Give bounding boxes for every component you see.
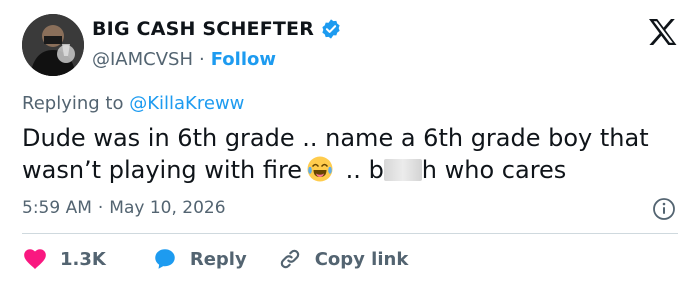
tweet-time: 5:59 AM: [22, 198, 92, 218]
avatar-image: [22, 14, 84, 76]
verified-badge-icon: [322, 19, 340, 39]
reply-bubble-icon: [155, 249, 175, 269]
heart-icon: [24, 249, 46, 269]
action-bar: 1.3K Reply Copy link: [22, 246, 408, 272]
tweet-text: Dude was in 6th grade .. name a 6th grad…: [22, 122, 682, 186]
replying-mention-link[interactable]: @KillaKreww: [129, 93, 244, 114]
divider: [22, 233, 678, 234]
copy-link-button[interactable]: Copy link: [277, 246, 409, 272]
tweet-text-part3: h who cares: [421, 156, 567, 184]
avatar[interactable]: [22, 14, 84, 76]
handle-separator: ·: [199, 49, 205, 70]
replying-to-line: Replying to @KillaKreww: [22, 93, 244, 114]
reply-button[interactable]: Reply: [152, 246, 247, 272]
tweet-text-part2: .. b: [338, 156, 384, 184]
author-handle[interactable]: @IAMCVSH: [92, 49, 193, 70]
censored-word-blur: [383, 159, 422, 181]
author-name-row: BIG CASH SCHEFTER: [92, 18, 342, 40]
laughing-crying-emoji-icon: [307, 156, 333, 182]
timestamp-separator: ·: [97, 198, 104, 218]
replying-prefix: Replying to: [22, 93, 124, 114]
copy-link-label: Copy link: [314, 248, 409, 270]
link-icon: [280, 249, 299, 269]
reply-label: Reply: [189, 248, 247, 270]
like-count: 1.3K: [60, 248, 106, 270]
follow-button[interactable]: Follow: [211, 49, 276, 70]
like-button[interactable]: 1.3K: [22, 246, 106, 272]
x-logo-icon[interactable]: [648, 18, 678, 46]
author-handle-row: @IAMCVSH · Follow: [92, 49, 276, 70]
author-display-name[interactable]: BIG CASH SCHEFTER: [92, 18, 314, 40]
info-icon[interactable]: [652, 197, 676, 221]
tweet-date: May 10, 2026: [109, 198, 226, 218]
tweet-timestamp[interactable]: 5:59 AM · May 10, 2026: [22, 198, 226, 218]
